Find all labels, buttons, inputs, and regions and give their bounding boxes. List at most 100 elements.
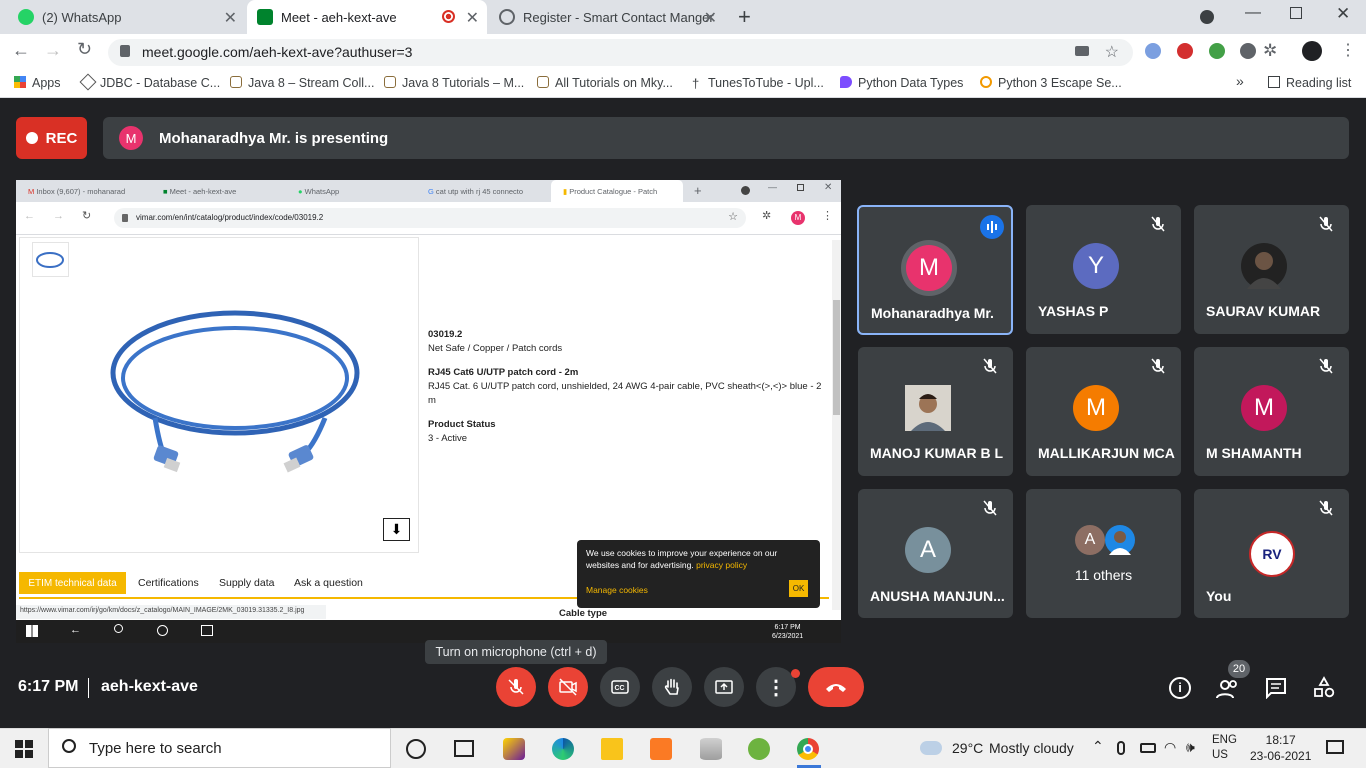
xampp-icon[interactable] [650,738,672,760]
camera-icon[interactable] [1075,46,1089,56]
reload-icon[interactable]: ↻ [77,39,92,60]
participant-name: Mohanaradhya Mr. [871,305,994,321]
cloud-icon [920,741,942,755]
bookmark-item[interactable]: Java 8 – Stream Coll... [230,76,374,90]
file-explorer-icon[interactable] [601,738,623,760]
bookmarks-bar: Apps JDBC - Database C... Java 8 – Strea… [0,70,1366,98]
participant-tile[interactable]: SAURAV KUMAR [1194,205,1349,334]
participant-tile[interactable]: Y YASHAS P [1026,205,1181,334]
microphone-icon[interactable] [1117,741,1125,755]
bookmark-item[interactable]: JDBC - Database C... [79,73,220,91]
activities-button[interactable] [1313,676,1335,705]
avatar: A [905,527,951,573]
bookmark-item[interactable]: Java 8 Tutorials – M... [384,76,524,90]
minimize-button[interactable]: — [1245,4,1261,22]
system-clock[interactable]: 18:17 23-06-2021 [1250,732,1311,764]
participant-tile-speaker[interactable]: M Mohanaradhya Mr. [857,205,1013,335]
profile-avatar: M [791,211,805,225]
tab-search-icon[interactable] [1200,10,1214,24]
database-icon[interactable] [700,738,722,760]
tab-whatsapp[interactable]: (2) WhatsApp ✕ [8,0,245,34]
presenting-banner: M Mohanaradhya Mr. is presenting [103,117,1349,159]
present-button[interactable] [704,667,744,707]
status-value: 3 - Active [428,433,468,444]
tab-register[interactable]: Register - Smart Contact Manger ✕ [489,0,725,34]
participant-tile[interactable]: A ANUSHA MANJUN... [858,489,1013,618]
extensions-icon[interactable]: ✲ [1263,41,1277,61]
profile-avatar[interactable] [1302,41,1322,61]
show-hidden-icons[interactable]: ⌃ [1092,738,1104,755]
star-icon[interactable]: ☆ [1105,42,1119,62]
more-vert-icon: ⋮ [766,676,786,699]
bookmark-item[interactable]: † TunesToTube - Upl... [692,76,824,90]
scrollbar-thumb [833,300,840,415]
bookmark-apps[interactable]: Apps [14,76,61,90]
camera-toggle-button[interactable] [548,667,588,707]
taskbar-search-box[interactable]: Type here to search [48,728,391,768]
close-icon[interactable]: ✕ [466,8,479,28]
cortana-icon[interactable] [406,739,426,759]
wifi-icon[interactable]: ◠ [1164,739,1176,756]
mic-toggle-button[interactable] [496,667,536,707]
address-bar[interactable]: meet.google.com/aeh-kext-ave?authuser=3 … [108,39,1133,66]
privacy-policy-link: privacy policy [696,560,748,570]
product-title: RJ45 Cat6 U/UTP patch cord - 2m [428,367,579,378]
tab-meet[interactable]: Meet - aeh-kext-ave ✕ [247,0,487,34]
maximize-button[interactable] [1290,7,1302,19]
adblock-icon[interactable] [1177,43,1193,59]
patch-cord-image [110,310,360,473]
meeting-code: aeh-kext-ave [101,678,198,695]
new-tab-button[interactable]: + [738,4,751,30]
windows-logo-icon [15,740,33,758]
shared-status-bar: https://www.vimar.com/irj/go/km/docs/z_c… [16,605,326,619]
raise-hand-button[interactable] [652,667,692,707]
weather-widget[interactable]: 29°C Mostly cloudy [920,740,1080,760]
others-count: 11 others [1074,567,1133,583]
participant-tile[interactable]: M MALLIKARJUN MCA [1026,347,1181,476]
svg-text:CC: CC [615,685,625,692]
reading-list-button[interactable]: Reading list [1268,76,1351,90]
browser-tab-bar: (2) WhatsApp ✕ Meet - aeh-kext-ave ✕ Reg… [0,0,1366,34]
meet-icon [257,9,273,25]
bookmark-item[interactable]: Python 3 Escape Se... [980,76,1122,90]
captions-button[interactable]: CC [600,667,640,707]
more-options-button[interactable]: ⋮ [756,667,800,707]
start-button[interactable] [15,740,33,763]
language-indicator[interactable]: ENG US [1212,733,1237,763]
participant-tile[interactable]: MANOJ KUMAR B L [858,347,1013,476]
notifications-icon[interactable] [1326,740,1344,754]
edge-icon[interactable] [552,738,574,760]
maximize-icon [797,184,804,191]
participant-tile[interactable]: M M SHAMANTH [1194,347,1349,476]
extension-icon[interactable] [1145,43,1161,59]
task-view-icon[interactable] [454,740,474,757]
bookmark-item[interactable]: Python Data Types [840,76,963,90]
back-icon[interactable]: ← [12,40,30,61]
participant-tile-self[interactable]: RV You [1194,489,1349,618]
chrome-icon[interactable] [797,738,819,760]
avatar-photo [905,385,951,431]
volume-icon[interactable]: 🕪 [1186,739,1195,756]
leave-call-button[interactable] [808,667,864,707]
forward-icon[interactable]: → [44,40,62,61]
meeting-details-icon[interactable]: i [1169,677,1191,699]
extension-icon[interactable] [1209,43,1225,59]
shared-tab-active: ▮ Product Catalogue - Patch [551,180,683,202]
participant-tile-others[interactable]: A 11 others [1026,489,1181,618]
chat-button[interactable] [1265,677,1287,704]
close-icon[interactable]: ✕ [224,8,237,28]
more-bookmarks-button[interactable]: » [1236,73,1244,89]
mic-off-icon [1319,358,1333,374]
spring-icon[interactable] [748,738,770,760]
cookie-banner: We use cookies to improve your experienc… [577,540,820,608]
close-window-button[interactable]: ✕ [1336,4,1350,24]
cable-thumbnail-icon [36,252,64,268]
people-button[interactable]: 20 [1215,660,1250,705]
menu-icon[interactable]: ⋮ [1340,40,1356,60]
bookmark-item[interactable]: All Tutorials on Mky... [537,76,673,90]
close-icon[interactable]: ✕ [704,8,717,28]
extension-icon[interactable] [1240,43,1256,59]
battery-icon[interactable] [1140,743,1156,753]
cable-type-label: Cable type [559,608,608,619]
app-icon[interactable] [503,738,525,760]
